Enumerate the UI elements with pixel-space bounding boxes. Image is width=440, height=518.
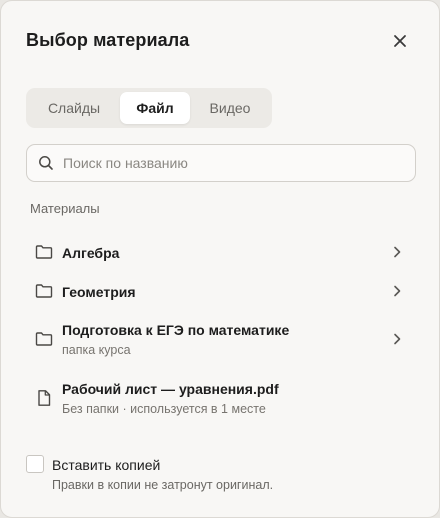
chevron-right-icon xyxy=(390,332,404,346)
list-item-name: Геометрия xyxy=(62,284,136,300)
insert-as-copy-label[interactable]: Вставить копией xyxy=(52,457,160,473)
folder-icon xyxy=(35,330,53,348)
list-item-name: Алгебра xyxy=(62,245,120,261)
close-icon xyxy=(394,35,406,47)
chevron-right-icon xyxy=(390,284,404,298)
list-item-geometry[interactable]: Геометрия xyxy=(26,276,416,306)
chevron-right-icon xyxy=(390,245,404,259)
tab-video[interactable]: Видео xyxy=(192,92,268,124)
list-item-ege-prep[interactable]: Подготовка к ЕГЭ по математике папка кур… xyxy=(26,317,416,361)
file-icon xyxy=(35,389,53,407)
folder-icon xyxy=(35,282,53,300)
material-picker-dialog: Выбор материала Слайды Файл Видео Матери… xyxy=(0,0,440,518)
close-button[interactable] xyxy=(389,30,411,52)
list-item-name: Рабочий лист — уравнения.pdf xyxy=(62,381,279,397)
tab-file[interactable]: Файл xyxy=(120,92,190,124)
list-item-name: Подготовка к ЕГЭ по математике xyxy=(62,322,290,338)
folder-icon xyxy=(35,243,53,261)
materials-section-label: Материалы xyxy=(30,201,100,216)
dialog-title: Выбор материала xyxy=(26,30,190,50)
list-item-worksheet-pdf[interactable]: Рабочий лист — уравнения.pdf Без папки ·… xyxy=(26,376,416,420)
search-box xyxy=(26,144,416,182)
tab-slides[interactable]: Слайды xyxy=(30,92,118,124)
search-input[interactable] xyxy=(61,154,395,172)
insert-as-copy-checkbox[interactable] xyxy=(26,455,44,473)
list-item-subtitle: Без папки · используется в 1 месте xyxy=(62,402,266,416)
search-icon xyxy=(38,155,54,171)
source-tabs: Слайды Файл Видео xyxy=(26,88,272,128)
list-item-subtitle: папка курса xyxy=(62,343,131,357)
list-item-algebra[interactable]: Алгебра xyxy=(26,237,416,267)
insert-as-copy-hint: Правки в копии не затронут оригинал. xyxy=(52,478,274,492)
